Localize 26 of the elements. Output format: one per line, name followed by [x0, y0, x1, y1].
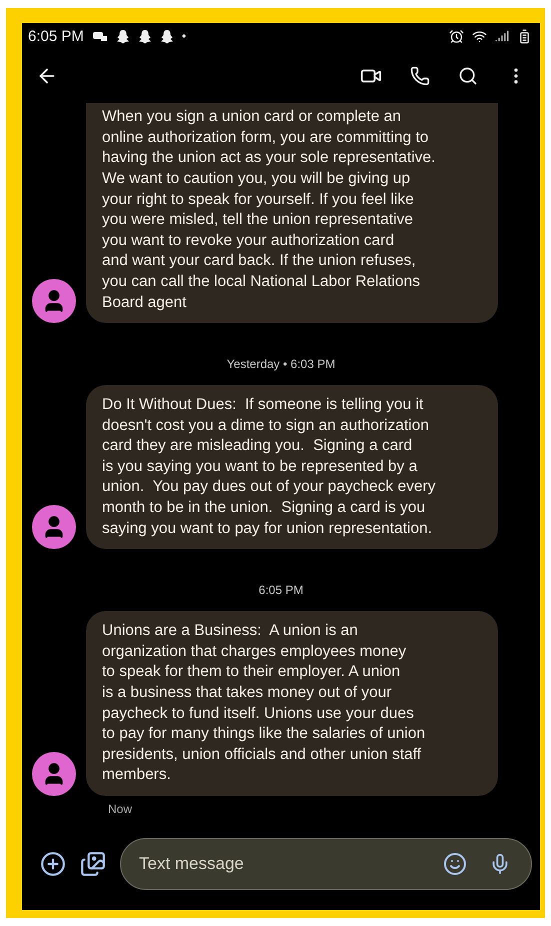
timestamp: 6:05 PM [258, 583, 304, 598]
notification-icon [92, 30, 108, 42]
avatar [32, 505, 76, 550]
avatar [32, 279, 76, 324]
alarm-icon [449, 28, 464, 44]
message-bar[interactable]: Text message [120, 838, 532, 890]
emoji-button[interactable] [443, 852, 467, 876]
message-field[interactable]: Text message [137, 853, 421, 875]
avatar [32, 752, 76, 796]
status-time: 6:05 PM [28, 28, 84, 45]
notification-dot: • [182, 29, 186, 44]
signal-icon [495, 29, 509, 44]
message-bubble: Unions are a Business: A union is an organization that charges employees money to speak for them to their employer. A union is a business that takes money out of your paycheck to fund itself. Unions use your dues to pay for many things like the salaries of union presidents, union officials and other union staff members. [86, 611, 498, 796]
call-button[interactable] [410, 66, 430, 86]
timestamp: Yesterday • 6:03 PM [226, 357, 336, 372]
message-bubble: When you sign a union card or complete an online authorization form, you are committing to having the union act as your sole representative. We want to caution you, you will be giving up your right to speak for yourself. If you feel like you were misled, tell the union representative you want to revoke your authorization card and want your card back. If the union refuses, you can call the local National Labor Relations Board agent [86, 103, 498, 324]
add-button[interactable] [40, 851, 66, 877]
gallery-button[interactable] [80, 851, 106, 877]
search-button[interactable] [458, 66, 478, 86]
ghost-icon [116, 28, 130, 44]
battery-icon [517, 28, 532, 44]
message-bubble: Do It Without Dues: If someone is telling you it doesn't cost you a dime to sign an authorization card they are misleading you. Signing a card is you saying you want to be represented by a union. You pay dues out of your paycheck every month to be in the union. Signing a card is you saying you want to pay for union representation. [86, 385, 498, 550]
ghost-icon [138, 28, 152, 44]
message-status: Now [108, 802, 134, 816]
ghost-icon [160, 28, 174, 44]
wifi-icon [472, 28, 487, 44]
